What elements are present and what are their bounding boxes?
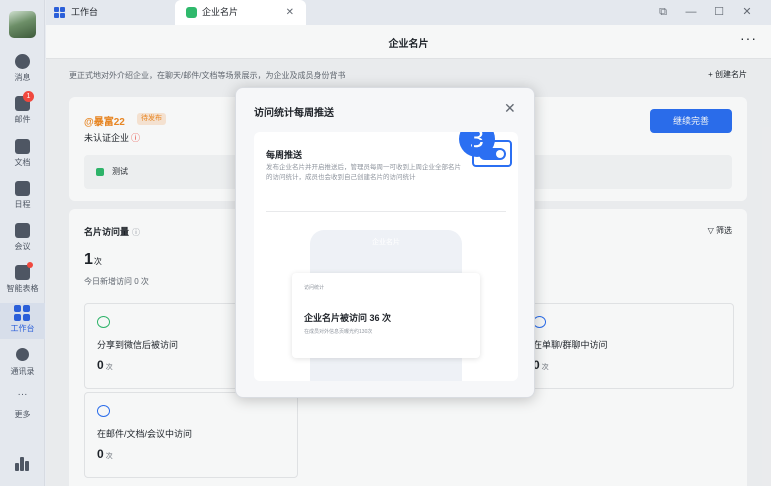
popout-icon[interactable]: ⧉ xyxy=(652,0,674,25)
preview-phone-label: 企业名片 xyxy=(372,239,400,246)
notification-title: 企业名片被访问 36 次 xyxy=(304,313,392,323)
weekly-push-toggle[interactable] xyxy=(479,148,506,160)
sidebar-item-mail[interactable]: 1 邮件 xyxy=(0,91,45,130)
sidebar: 消息 1 邮件 文档 日程 会议 智能表格 工作台 通讯录 ··· 更多 xyxy=(0,0,45,486)
sidebar-item-label: 文档 xyxy=(14,158,31,167)
sidebar-item-smart-sheet[interactable]: 智能表格 xyxy=(0,262,45,299)
meeting-icon xyxy=(15,223,30,238)
toggle-knob xyxy=(496,150,504,158)
workbench-grid-icon xyxy=(54,7,65,18)
contacts-icon xyxy=(16,348,29,361)
sidebar-item-meeting[interactable]: 会议 xyxy=(0,221,45,257)
weekly-push-dialog: 访问统计每周推送 ✕ 每周推送 发布企业名片并开启推送后，管理员每周一可收到上周… xyxy=(235,87,535,398)
sidebar-item-label: 智能表格 xyxy=(6,284,39,293)
stats-bars-icon[interactable] xyxy=(15,457,29,471)
close-tab-icon[interactable]: ✕ xyxy=(286,0,294,25)
push-title: 每周推送 xyxy=(266,150,303,160)
chat-bubble-icon xyxy=(15,54,30,69)
calendar-icon xyxy=(15,181,30,196)
sidebar-item-label: 会议 xyxy=(14,242,31,251)
tab-label: 工作台 xyxy=(71,7,99,17)
sidebar-item-label: 日程 xyxy=(14,200,31,209)
avatar[interactable] xyxy=(9,11,36,38)
notification-subtitle: 在成员对外信息页曝光约130次 xyxy=(304,329,373,335)
push-settings-panel: 每周推送 发布企业名片并开启推送后，管理员每周一可收到上周企业全部名片的访问统计… xyxy=(254,132,518,381)
workbench-grid-icon xyxy=(14,305,30,321)
tab-workbench[interactable]: 工作台 xyxy=(46,0,174,25)
sidebar-item-more[interactable]: ··· 更多 xyxy=(0,389,45,425)
tab-bar: 工作台 企业名片 ✕ ⧉ — ☐ ✕ xyxy=(46,0,771,25)
sidebar-item-calendar[interactable]: 日程 xyxy=(0,179,45,215)
minimize-icon[interactable]: — xyxy=(680,0,702,25)
close-window-icon[interactable]: ✕ xyxy=(736,0,758,25)
toggle-highlight xyxy=(472,140,512,167)
unread-badge: 1 xyxy=(23,91,34,102)
tab-label: 企业名片 xyxy=(202,7,239,17)
sidebar-item-label: 更多 xyxy=(14,410,31,419)
close-icon[interactable]: ✕ xyxy=(504,100,516,117)
preview-notification: 访问统计 企业名片被访问 36 次 在成员对外信息页曝光约130次 xyxy=(292,273,480,358)
divider xyxy=(266,211,506,212)
dialog-title: 访问统计每周推送 xyxy=(254,108,334,119)
notification-header: 访问统计 xyxy=(304,285,325,291)
tab-business-card[interactable]: 企业名片 ✕ xyxy=(175,0,306,25)
sidebar-item-label: 消息 xyxy=(14,73,31,82)
sidebar-item-workbench[interactable]: 工作台 xyxy=(0,303,45,339)
sidebar-item-messages[interactable]: 消息 xyxy=(0,52,45,88)
sidebar-item-label: 工作台 xyxy=(10,324,35,333)
sidebar-item-label: 通讯录 xyxy=(10,367,35,376)
more-dots-icon: ··· xyxy=(17,389,28,400)
notification-dot xyxy=(27,262,33,268)
sidebar-item-docs[interactable]: 文档 xyxy=(0,137,45,173)
push-description: 发布企业名片并开启推送后，管理员每周一可收到上周企业全部名片的访问统计，成员也会… xyxy=(266,164,461,181)
business-card-icon xyxy=(186,7,197,18)
document-icon xyxy=(15,139,30,154)
maximize-icon[interactable]: ☐ xyxy=(708,0,730,25)
sidebar-item-contacts[interactable]: 通讯录 xyxy=(0,346,45,382)
sidebar-item-label: 邮件 xyxy=(14,115,31,124)
